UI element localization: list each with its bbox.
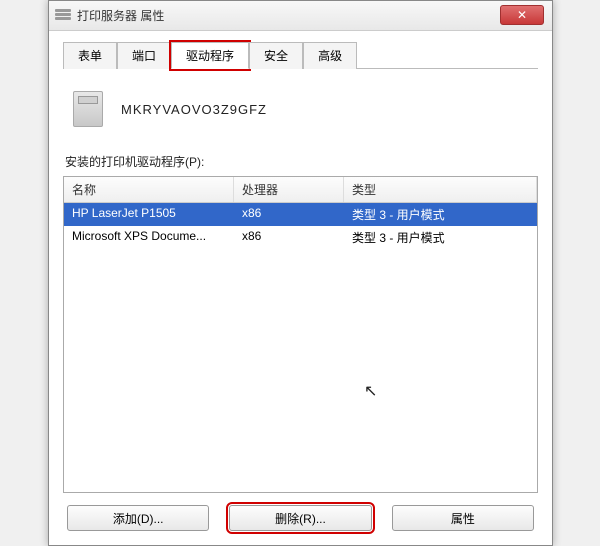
list-item[interactable]: Microsoft XPS Docume... x86 类型 3 - 用户模式 — [64, 226, 537, 249]
properties-button[interactable]: 属性 — [392, 505, 534, 531]
column-header-processor[interactable]: 处理器 — [234, 177, 344, 202]
cell-name: HP LaserJet P1505 — [64, 203, 234, 226]
close-icon: ✕ — [517, 8, 527, 22]
server-name: MKRYVAOVO3Z9GFZ — [121, 102, 267, 117]
cell-processor: x86 — [234, 203, 344, 226]
server-icon — [73, 91, 103, 127]
column-header-type[interactable]: 类型 — [344, 177, 537, 202]
button-row: 添加(D)... 删除(R)... 属性 — [63, 505, 538, 531]
remove-button[interactable]: 删除(R)... — [229, 505, 371, 531]
print-server-properties-window: 打印服务器 属性 ✕ 表单 端口 驱动程序 安全 高级 MKRYVAOVO3Z9… — [48, 0, 553, 546]
content-area: 表单 端口 驱动程序 安全 高级 MKRYVAOVO3Z9GFZ 安装的打印机驱… — [49, 31, 552, 545]
window-title: 打印服务器 属性 — [77, 7, 164, 24]
printer-icon — [55, 9, 71, 23]
add-button[interactable]: 添加(D)... — [67, 505, 209, 531]
tab-forms[interactable]: 表单 — [63, 42, 117, 69]
cell-type: 类型 3 - 用户模式 — [344, 226, 537, 249]
cell-type: 类型 3 - 用户模式 — [344, 203, 537, 226]
server-info-row: MKRYVAOVO3Z9GFZ — [73, 91, 538, 127]
tab-security[interactable]: 安全 — [249, 42, 303, 69]
list-item[interactable]: HP LaserJet P1505 x86 类型 3 - 用户模式 — [64, 203, 537, 226]
tab-advanced[interactable]: 高级 — [303, 42, 357, 69]
mouse-cursor-icon: ↖ — [364, 381, 377, 401]
tab-ports[interactable]: 端口 — [117, 42, 171, 69]
listview-header: 名称 处理器 类型 — [64, 177, 537, 203]
listview-body: HP LaserJet P1505 x86 类型 3 - 用户模式 Micros… — [64, 203, 537, 492]
tab-strip: 表单 端口 驱动程序 安全 高级 — [63, 41, 538, 69]
tab-drivers[interactable]: 驱动程序 — [171, 42, 249, 69]
cell-processor: x86 — [234, 226, 344, 249]
drivers-list-label: 安装的打印机驱动程序(P): — [65, 153, 538, 170]
titlebar: 打印服务器 属性 ✕ — [49, 1, 552, 31]
drivers-listview[interactable]: 名称 处理器 类型 HP LaserJet P1505 x86 类型 3 - 用… — [63, 176, 538, 493]
close-button[interactable]: ✕ — [500, 5, 544, 25]
cell-name: Microsoft XPS Docume... — [64, 226, 234, 249]
column-header-name[interactable]: 名称 — [64, 177, 234, 202]
